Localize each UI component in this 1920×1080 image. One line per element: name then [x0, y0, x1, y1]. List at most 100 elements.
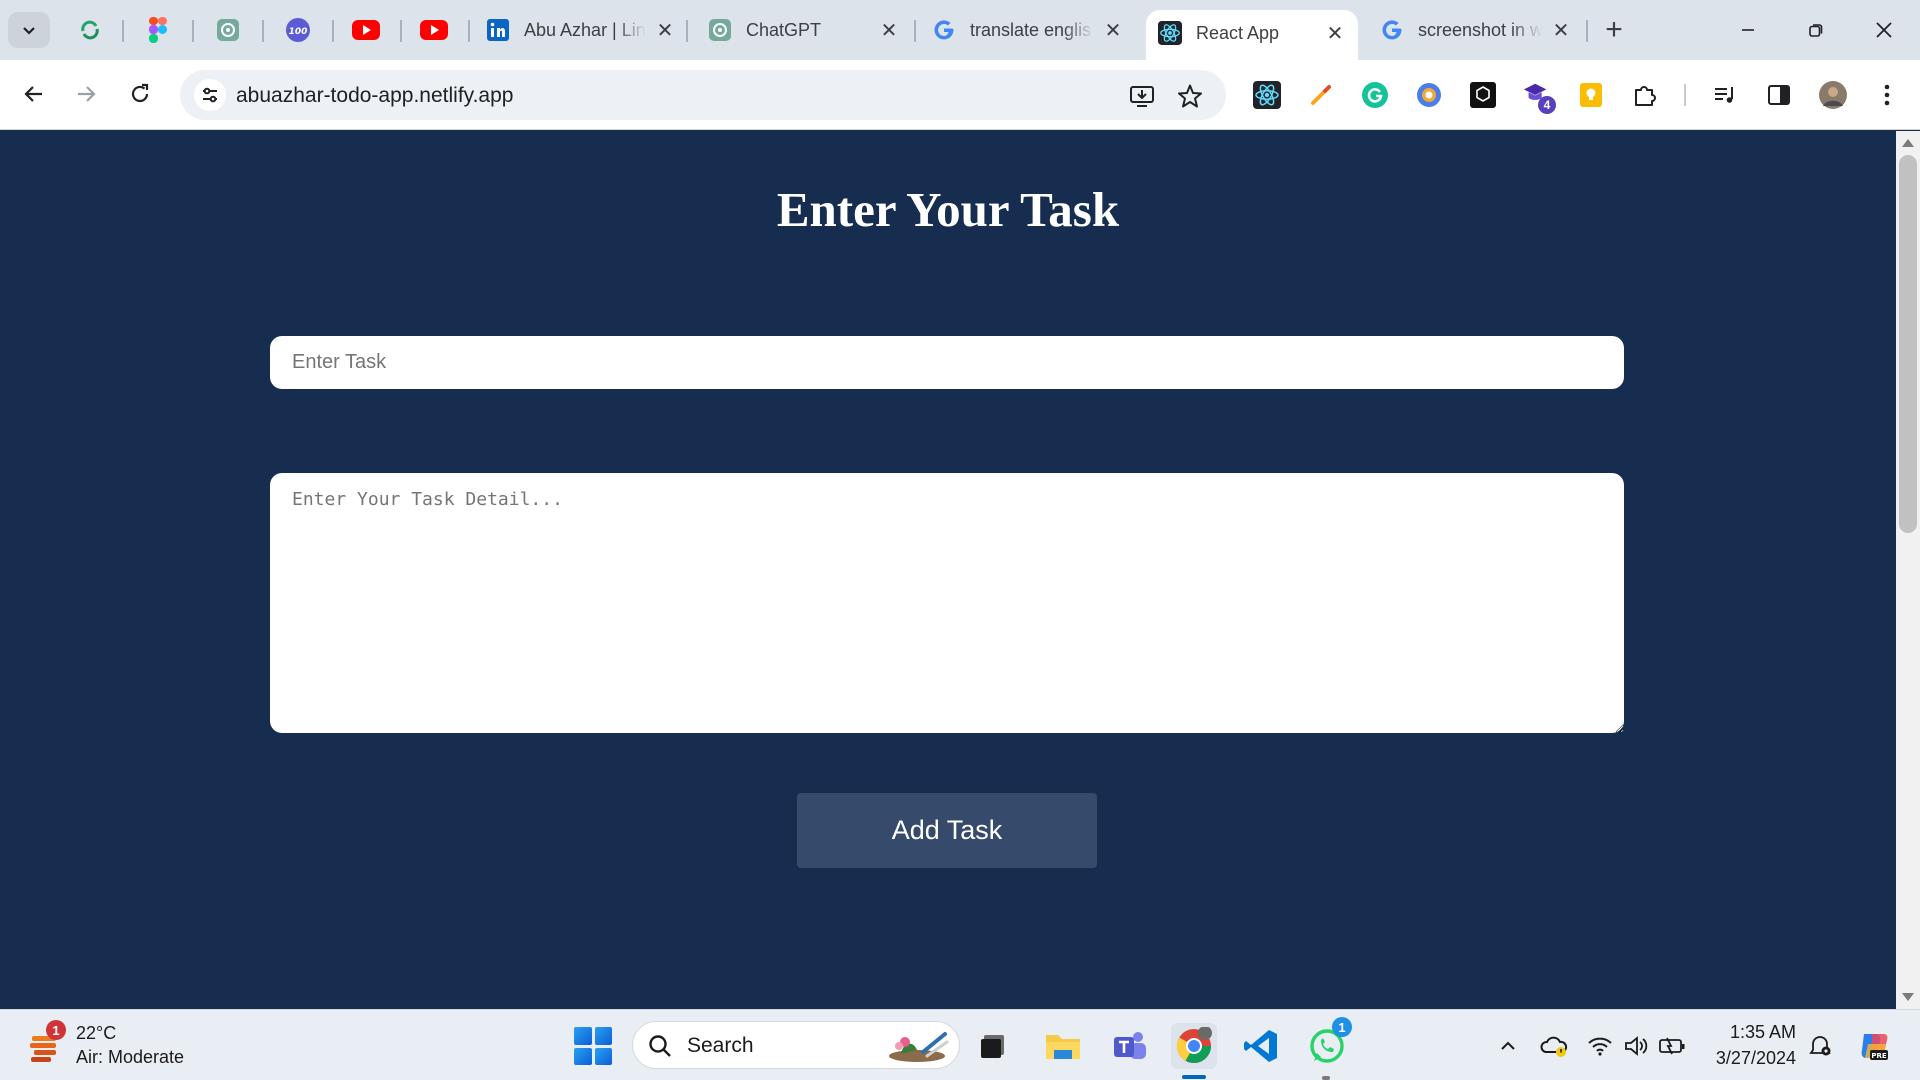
- keep-notes-icon: [1580, 83, 1602, 107]
- address-bar[interactable]: abuazhar-todo-app.netlify.app: [180, 70, 1226, 120]
- taskbar-search[interactable]: Search: [632, 1021, 960, 1069]
- chatgpt-icon: [708, 18, 732, 42]
- youtube-icon: [420, 20, 448, 40]
- windows-logo-pane: [594, 1027, 612, 1045]
- bookmark-button[interactable]: [1176, 82, 1204, 110]
- battery-tray[interactable]: [1658, 1032, 1686, 1060]
- tab-search-button[interactable]: [8, 12, 50, 48]
- pinned-tab-2[interactable]: [142, 14, 174, 46]
- scroll-down-arrow[interactable]: [1902, 993, 1914, 1001]
- extension-graduation[interactable]: 4: [1522, 80, 1556, 114]
- close-icon[interactable]: ✕: [1550, 19, 1572, 42]
- weather-temperature[interactable]: 22°C: [76, 1023, 116, 1044]
- close-icon[interactable]: ✕: [1324, 22, 1346, 45]
- whatsapp-badge: 1: [1332, 1017, 1352, 1037]
- tab-chatgpt[interactable]: ChatGPT ✕: [708, 12, 900, 48]
- task-detail-textarea[interactable]: [270, 473, 1624, 733]
- taskbar-teams[interactable]: [1106, 1023, 1152, 1069]
- battery-charging-icon: [1659, 1037, 1685, 1055]
- weather-description[interactable]: Air: Moderate: [76, 1047, 184, 1068]
- tab-google-screenshot[interactable]: screenshot in w ✕: [1380, 12, 1572, 48]
- forward-button[interactable]: [66, 74, 106, 114]
- taskbar-task-view[interactable]: [970, 1023, 1016, 1069]
- cloud-warning-icon: [1540, 1036, 1568, 1057]
- wifi-tray[interactable]: [1586, 1032, 1614, 1060]
- extension-keep[interactable]: [1576, 80, 1606, 110]
- site-info-button[interactable]: [194, 79, 226, 111]
- extensions-menu-button[interactable]: [1630, 80, 1660, 110]
- browser-menu-button[interactable]: [1872, 80, 1902, 110]
- taskbar-vscode[interactable]: [1238, 1023, 1284, 1069]
- star-icon: [1178, 84, 1202, 108]
- pinned-tab-6[interactable]: [418, 14, 450, 46]
- install-app-button[interactable]: [1128, 82, 1156, 110]
- close-icon[interactable]: ✕: [1102, 19, 1124, 42]
- copilot-button[interactable]: PRE: [1856, 1028, 1892, 1064]
- google-icon: [932, 18, 956, 42]
- restore-button[interactable]: [1788, 10, 1844, 50]
- close-window-button[interactable]: [1856, 10, 1912, 50]
- puzzle-icon: [1635, 86, 1656, 106]
- url-text[interactable]: abuazhar-todo-app.netlify.app: [236, 84, 513, 108]
- extension-orbit[interactable]: [1414, 80, 1444, 110]
- install-icon: [1130, 86, 1154, 107]
- page-scrollbar[interactable]: [1896, 131, 1920, 1009]
- tab-separator: [914, 20, 916, 42]
- vscode-icon: [1244, 1030, 1277, 1062]
- task-title-input[interactable]: [270, 336, 1624, 389]
- folder-icon: [1046, 1035, 1080, 1059]
- back-button[interactable]: [14, 74, 54, 114]
- pinned-tab-5[interactable]: [350, 14, 382, 46]
- 100-icon-label: 100: [289, 27, 308, 37]
- close-icon: [1876, 22, 1892, 38]
- scroll-thumb[interactable]: [1899, 155, 1917, 533]
- page-title: Enter Your Task: [776, 182, 1120, 237]
- side-panel-icon: [1768, 85, 1790, 105]
- close-icon[interactable]: ✕: [654, 19, 676, 42]
- scroll-up-arrow[interactable]: [1902, 139, 1914, 147]
- chevron-up-icon: [1501, 1041, 1515, 1050]
- reload-icon: [131, 83, 149, 103]
- add-task-button[interactable]: Add Task: [797, 793, 1097, 868]
- weather-widget[interactable]: 1: [28, 1020, 66, 1064]
- extension-grammarly[interactable]: [1360, 80, 1390, 110]
- taskbar-file-explorer[interactable]: [1040, 1023, 1086, 1069]
- pinned-tab-4[interactable]: 100: [282, 14, 314, 46]
- onedrive-tray[interactable]: [1540, 1032, 1568, 1060]
- tab-separator: [400, 20, 402, 42]
- extension-color-picker[interactable]: [1306, 80, 1336, 110]
- copilot-pre-label: PRE: [1871, 1052, 1887, 1060]
- show-hidden-icons-button[interactable]: [1494, 1032, 1522, 1060]
- 100-icon: 100: [286, 18, 310, 42]
- tab-google-translate[interactable]: translate englis ✕: [932, 12, 1124, 48]
- pinned-tab-3[interactable]: [212, 14, 244, 46]
- start-button[interactable]: [574, 1027, 612, 1065]
- pinned-tab-1[interactable]: [74, 14, 106, 46]
- notification-gear-icon: [1809, 1036, 1831, 1056]
- volume-icon: [1625, 1036, 1648, 1056]
- clock-date[interactable]: 3/27/2024: [1700, 1048, 1796, 1069]
- extension-badge: 4: [1538, 96, 1556, 114]
- queue-music-icon: [1715, 87, 1733, 103]
- media-controls-button[interactable]: [1710, 80, 1740, 110]
- profile-button[interactable]: [1818, 80, 1848, 110]
- tab-react-app[interactable]: React App ✕: [1146, 10, 1358, 60]
- new-tab-button[interactable]: +: [1598, 13, 1630, 46]
- close-icon[interactable]: ✕: [878, 19, 900, 42]
- extension-dark[interactable]: [1468, 80, 1498, 110]
- side-panel-button[interactable]: [1764, 80, 1794, 110]
- tab-separator: [332, 20, 334, 42]
- tab-linkedin[interactable]: Abu Azhar | Lin ✕: [486, 12, 676, 48]
- reload-button[interactable]: [120, 74, 160, 114]
- extension-react-devtools[interactable]: [1252, 80, 1282, 110]
- windows-logo-pane: [594, 1047, 612, 1065]
- tab-title: React App: [1196, 22, 1280, 43]
- clock-time[interactable]: 1:35 AM: [1700, 1022, 1796, 1043]
- taskbar-whatsapp[interactable]: 1: [1304, 1017, 1352, 1069]
- copilot-icon: PRE: [1861, 1034, 1888, 1060]
- chrome-icon: [1177, 1027, 1212, 1063]
- minimize-button[interactable]: [1720, 10, 1776, 50]
- taskbar-chrome[interactable]: [1171, 1023, 1217, 1069]
- volume-tray[interactable]: [1622, 1032, 1650, 1060]
- focus-assist-button[interactable]: [1806, 1032, 1834, 1060]
